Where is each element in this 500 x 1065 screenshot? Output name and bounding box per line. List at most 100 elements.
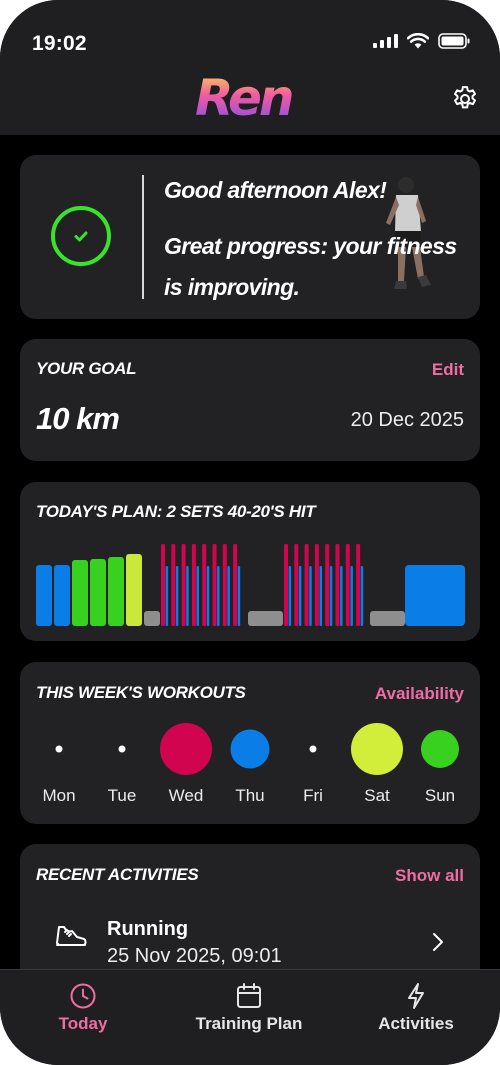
interval-recovery-bar bbox=[206, 566, 210, 626]
running-shoe-icon bbox=[56, 926, 87, 946]
interval-bar bbox=[161, 544, 165, 626]
tab-training-plan[interactable]: Training Plan bbox=[166, 970, 332, 1065]
recovery-bar bbox=[144, 611, 160, 626]
interval-bar bbox=[345, 544, 350, 626]
interval-bar bbox=[191, 544, 196, 626]
no-workout-dot bbox=[118, 745, 126, 753]
availability-link[interactable]: Availability bbox=[375, 684, 464, 704]
clock-icon bbox=[70, 983, 96, 1009]
wifi-icon bbox=[407, 33, 429, 49]
day-sun[interactable]: Sun bbox=[409, 722, 471, 824]
day-sat[interactable]: Sat bbox=[346, 722, 408, 824]
day-label: Sun bbox=[424, 786, 456, 805]
workout-circle bbox=[351, 723, 403, 775]
interval-recovery-bar bbox=[217, 566, 220, 626]
fitness-status-text: Great progress: your fitness is improvin… bbox=[164, 233, 457, 300]
interval-recovery-bar bbox=[340, 566, 343, 626]
bottom-tab-bar: Today Training Plan Activities bbox=[0, 969, 500, 1065]
ren-logo: Ren bbox=[195, 70, 295, 120]
progress-check-icon bbox=[51, 206, 111, 266]
day-wed[interactable]: Wed bbox=[155, 722, 217, 824]
recent-title: RECENT ACTIVITIES bbox=[36, 865, 199, 884]
interval-bar bbox=[325, 544, 330, 626]
interval-bar bbox=[233, 544, 238, 626]
interval-recovery-bar bbox=[298, 566, 302, 626]
warmup-bar bbox=[36, 565, 52, 626]
interval-bar bbox=[335, 544, 340, 626]
interval-recovery-bar bbox=[360, 566, 364, 626]
recovery-bar bbox=[248, 611, 283, 626]
interval-bar bbox=[222, 544, 227, 626]
interval-bar bbox=[212, 544, 217, 626]
interval-recovery-bar bbox=[186, 566, 189, 626]
warmup-bar bbox=[90, 559, 106, 626]
interval-bar bbox=[294, 544, 299, 626]
interval-recovery-bar bbox=[196, 566, 199, 626]
battery-icon bbox=[438, 33, 470, 49]
workout-circle bbox=[160, 723, 212, 775]
calendar-icon bbox=[237, 983, 261, 1008]
interval-bar bbox=[171, 544, 176, 626]
interval-recovery-bar bbox=[237, 566, 241, 626]
chevron-right-icon bbox=[433, 933, 443, 951]
day-tue[interactable]: Tue bbox=[91, 722, 153, 824]
warmup-bar bbox=[54, 565, 70, 626]
goal-edit-link[interactable]: Edit bbox=[432, 360, 464, 380]
weekly-workouts-card: THIS WEEK'S WORKOUTS Availability Mon Tue… bbox=[20, 662, 480, 824]
interval-recovery-bar bbox=[350, 566, 353, 626]
settings-gear-icon[interactable] bbox=[450, 84, 480, 114]
interval-bar bbox=[284, 544, 288, 626]
greeting-divider bbox=[142, 175, 144, 299]
interval-recovery-bar bbox=[165, 566, 169, 626]
phone-screen: 19:02 Ren Good afternoon Alex! Great pro… bbox=[0, 0, 500, 1065]
activity-name: Running bbox=[107, 918, 189, 940]
goal-date: 20 Dec 2025 bbox=[350, 409, 464, 431]
workout-circle bbox=[230, 729, 270, 769]
interval-bar bbox=[304, 544, 309, 626]
interval-bar bbox=[314, 544, 319, 626]
day-label: Thu bbox=[235, 786, 265, 805]
interval-recovery-bar bbox=[288, 566, 292, 626]
workout-intensity-chart bbox=[36, 544, 465, 626]
interval-recovery-bar bbox=[319, 566, 322, 626]
lightning-icon bbox=[408, 983, 424, 1009]
workout-circle bbox=[421, 730, 459, 768]
day-fri[interactable]: Fri bbox=[282, 722, 344, 824]
interval-recovery-bar bbox=[175, 566, 179, 626]
goal-title: YOUR GOAL bbox=[36, 359, 137, 378]
tab-today-label: Today bbox=[58, 1014, 108, 1033]
warmup-bar bbox=[126, 554, 142, 626]
greeting-card: Good afternoon Alex! Great progress: you… bbox=[20, 155, 480, 319]
cellular-signal-icon bbox=[373, 34, 398, 48]
warmup-bar bbox=[108, 557, 124, 626]
day-label: Tue bbox=[107, 786, 137, 805]
day-thu[interactable]: Thu bbox=[219, 722, 281, 824]
interval-recovery-bar bbox=[309, 566, 312, 626]
day-label: Mon bbox=[42, 786, 76, 805]
week-title: THIS WEEK'S WORKOUTS bbox=[36, 683, 246, 702]
day-label: Fri bbox=[303, 786, 323, 805]
goal-card: YOUR GOAL Edit 10 km 20 Dec 2025 bbox=[20, 339, 480, 461]
status-time: 19:02 bbox=[32, 32, 87, 55]
day-mon[interactable]: Mon bbox=[28, 722, 90, 824]
no-workout-dot bbox=[55, 745, 63, 753]
tab-activities[interactable]: Activities bbox=[333, 970, 499, 1065]
show-all-link[interactable]: Show all bbox=[395, 866, 464, 886]
todays-plan-card[interactable]: TODAY'S PLAN: 2 SETS 40-20'S HIT bbox=[20, 482, 480, 641]
interval-bar bbox=[181, 544, 186, 626]
tab-today[interactable]: Today bbox=[0, 970, 166, 1065]
greeting-text: Good afternoon Alex! bbox=[164, 177, 387, 203]
day-label: Wed bbox=[168, 786, 204, 805]
status-icons bbox=[373, 33, 470, 49]
tab-training-plan-label: Training Plan bbox=[195, 1014, 303, 1033]
interval-recovery-bar bbox=[227, 566, 230, 626]
interval-bar bbox=[202, 544, 207, 626]
interval-bar bbox=[356, 544, 361, 626]
no-workout-dot bbox=[309, 745, 317, 753]
interval-recovery-bar bbox=[329, 566, 333, 626]
app-header: 19:02 Ren bbox=[0, 0, 500, 135]
day-label: Sat bbox=[364, 786, 390, 805]
recovery-bar bbox=[370, 611, 405, 626]
tab-activities-label: Activities bbox=[378, 1014, 454, 1033]
svg-text:Ren: Ren bbox=[195, 70, 292, 120]
